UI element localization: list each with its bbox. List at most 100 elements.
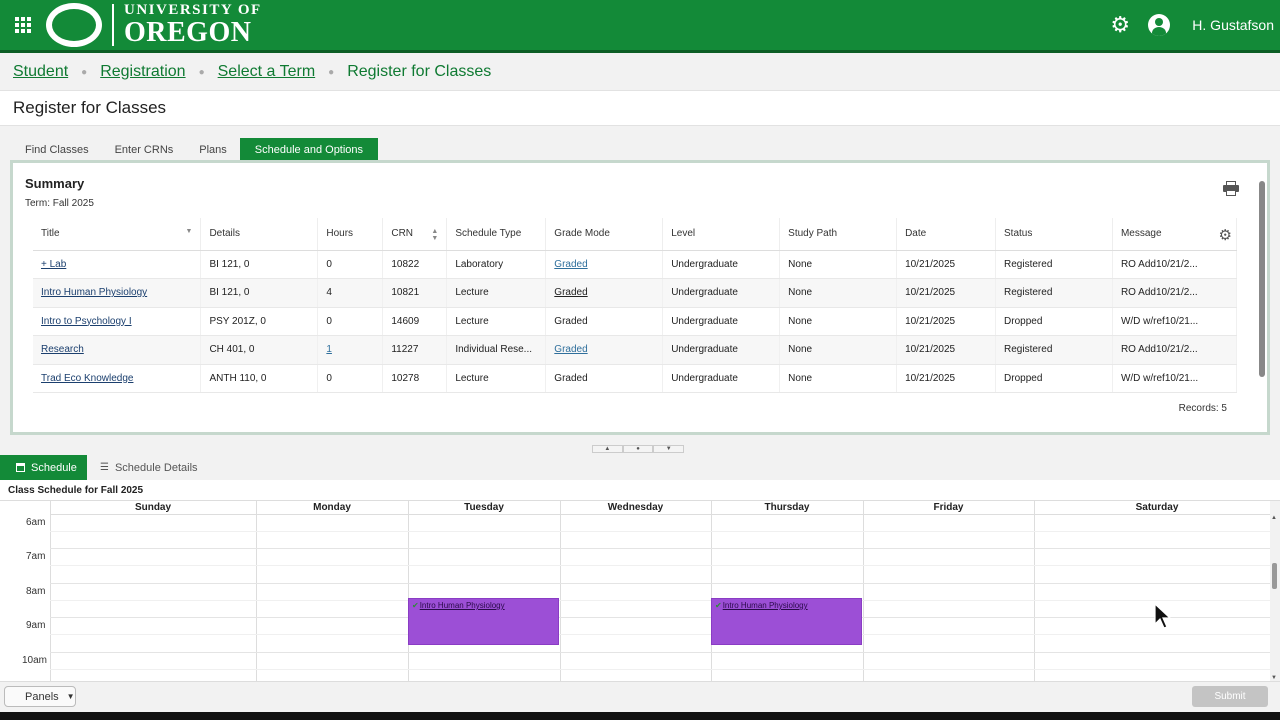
panel-splitter[interactable]: ▲ ● ▼ — [592, 445, 685, 453]
day-divider — [1034, 501, 1035, 681]
calendar-event-tuesday[interactable]: ✔Intro Human Physiology — [408, 598, 559, 645]
oregon-o-logo[interactable] — [46, 3, 102, 47]
row-grade-mode: Graded — [545, 364, 664, 393]
checkmark-icon: ✔ — [715, 601, 722, 610]
sort-down-icon[interactable]: ▼ — [186, 228, 193, 235]
print-icon[interactable] — [1223, 181, 1239, 196]
username[interactable]: H. Gustafson — [1192, 17, 1274, 33]
half-hour-line — [50, 634, 1270, 635]
hours-link[interactable]: 1 — [326, 344, 332, 355]
tab-schedule-details[interactable]: ☰ Schedule Details — [100, 455, 198, 480]
row-grade-mode: Graded — [545, 307, 664, 336]
col-header-grade-mode[interactable]: Grade Mode — [545, 218, 664, 251]
hour-line — [50, 548, 1270, 549]
row-study-path: None — [779, 278, 898, 308]
row-hours: 0 — [317, 364, 384, 393]
row-title-link[interactable]: Research — [33, 335, 202, 365]
splitter-center-icon[interactable]: ● — [622, 445, 654, 453]
row-grade-mode: Graded — [545, 250, 664, 279]
table-row: + Lab BI 121, 0 0 10822 Laboratory Grade… — [33, 250, 1238, 279]
row-study-path: None — [779, 250, 898, 279]
col-header-schedule-type[interactable]: Schedule Type — [446, 218, 547, 251]
apps-grid-icon[interactable] — [0, 0, 46, 52]
breadcrumb-dot: ● — [81, 66, 88, 78]
column-settings-gear-icon[interactable]: ⚙ — [1219, 226, 1232, 244]
half-hour-line — [50, 600, 1270, 601]
sort-icon[interactable]: ▲ ▼ — [431, 228, 438, 242]
row-title-link[interactable]: Intro to Psychology I — [33, 307, 202, 336]
time-label: 8am — [26, 586, 46, 597]
submit-button[interactable]: Submit — [1192, 686, 1268, 707]
col-header-message[interactable]: Message ⚙ — [1112, 218, 1238, 251]
row-details: BI 121, 0 — [200, 278, 319, 308]
row-date: 10/21/2025 — [896, 364, 997, 393]
tab-find-classes[interactable]: Find Classes — [12, 138, 102, 161]
event-title: Intro Human Physiology — [722, 601, 808, 610]
col-header-title[interactable]: Title ▼ — [33, 218, 202, 251]
row-schedule-type: Laboratory — [446, 250, 547, 279]
row-message: W/D w/ref10/21... — [1112, 364, 1238, 393]
row-title-link[interactable]: Intro Human Physiology — [33, 278, 202, 308]
col-header-study-path[interactable]: Study Path — [779, 218, 898, 251]
time-label: 9am — [26, 620, 46, 631]
day-header-sunday: Sunday — [50, 501, 256, 515]
row-schedule-type: Lecture — [446, 278, 547, 308]
user-avatar-icon[interactable] — [1148, 14, 1171, 36]
tab-enter-crns[interactable]: Enter CRNs — [102, 138, 187, 161]
col-header-status[interactable]: Status — [995, 218, 1113, 251]
col-header-date[interactable]: Date — [896, 218, 997, 251]
hour-line — [50, 652, 1270, 653]
breadcrumb-select-term[interactable]: Select a Term — [218, 63, 316, 81]
collapse-up-icon[interactable]: ▲ — [592, 445, 623, 453]
scroll-up-icon[interactable]: ▲ — [1271, 515, 1277, 521]
scroll-thumb[interactable] — [1272, 563, 1277, 589]
day-header-saturday: Saturday — [1034, 501, 1270, 515]
summary-scrollbar[interactable] — [1259, 169, 1265, 429]
university-logo-text[interactable]: UNIVERSITY OF OREGON — [124, 3, 262, 47]
page-title: Register for Classes — [13, 98, 167, 117]
gear-icon[interactable]: ⚙ — [1100, 12, 1140, 38]
row-grade-mode: Graded — [545, 335, 664, 365]
col-header-hours[interactable]: Hours — [317, 218, 384, 251]
day-header-friday: Friday — [863, 501, 1034, 515]
row-details: ANTH 110, 0 — [200, 364, 319, 393]
caret-down-icon: ▼ — [66, 692, 75, 701]
row-details: BI 121, 0 — [200, 250, 319, 279]
tab-schedule[interactable]: Schedule — [0, 455, 87, 480]
top-bar: UNIVERSITY OF OREGON ⚙ H. Gustafson — [0, 0, 1280, 53]
grade-mode-link[interactable]: Graded — [554, 259, 587, 270]
row-hours: 4 — [317, 278, 384, 308]
schedule-title: Class Schedule for Fall 2025 — [8, 485, 144, 496]
col-header-crn[interactable]: CRN ▲ ▼ — [382, 218, 448, 251]
breadcrumb-registration[interactable]: Registration — [100, 63, 185, 81]
calendar-event-thursday[interactable]: ✔Intro Human Physiology — [711, 598, 862, 645]
time-label: 7am — [26, 551, 46, 562]
row-title-link[interactable]: Trad Eco Knowledge — [33, 364, 202, 393]
row-date: 10/21/2025 — [896, 307, 997, 336]
tab-schedule-and-options[interactable]: Schedule and Options — [239, 138, 379, 161]
collapse-down-icon[interactable]: ▼ — [653, 445, 685, 453]
half-hour-line — [50, 565, 1270, 566]
row-level: Undergraduate — [662, 278, 781, 308]
day-header-tuesday: Tuesday — [408, 501, 560, 515]
col-header-details[interactable]: Details — [200, 218, 319, 251]
grade-mode-link[interactable]: Graded — [554, 344, 587, 355]
row-date: 10/21/2025 — [896, 278, 997, 308]
row-title-link[interactable]: + Lab — [33, 250, 202, 279]
summary-panel: Summary Term: Fall 2025 Title ▼ Details H… — [10, 160, 1270, 435]
tab-plans[interactable]: Plans — [186, 138, 240, 161]
list-icon: ☰ — [100, 462, 109, 473]
row-study-path: None — [779, 364, 898, 393]
breadcrumb-student[interactable]: Student — [13, 63, 68, 81]
row-grade-mode: Graded — [545, 278, 664, 308]
col-header-level[interactable]: Level — [662, 218, 781, 251]
calendar-scrollbar[interactable]: ▲ ▼ — [1270, 515, 1280, 681]
row-schedule-type: Lecture — [446, 364, 547, 393]
table-header-row: Title ▼ Details Hours CRN ▲ ▼ Schedule Type… — [33, 218, 1238, 251]
row-hours: 0 — [317, 307, 384, 336]
hour-line — [50, 617, 1270, 618]
day-header-thursday: Thursday — [711, 501, 863, 515]
footer-bar — [0, 681, 1280, 712]
panels-button[interactable]: Panels ▼ — [4, 686, 76, 707]
grade-mode-link[interactable]: Graded — [554, 287, 587, 298]
